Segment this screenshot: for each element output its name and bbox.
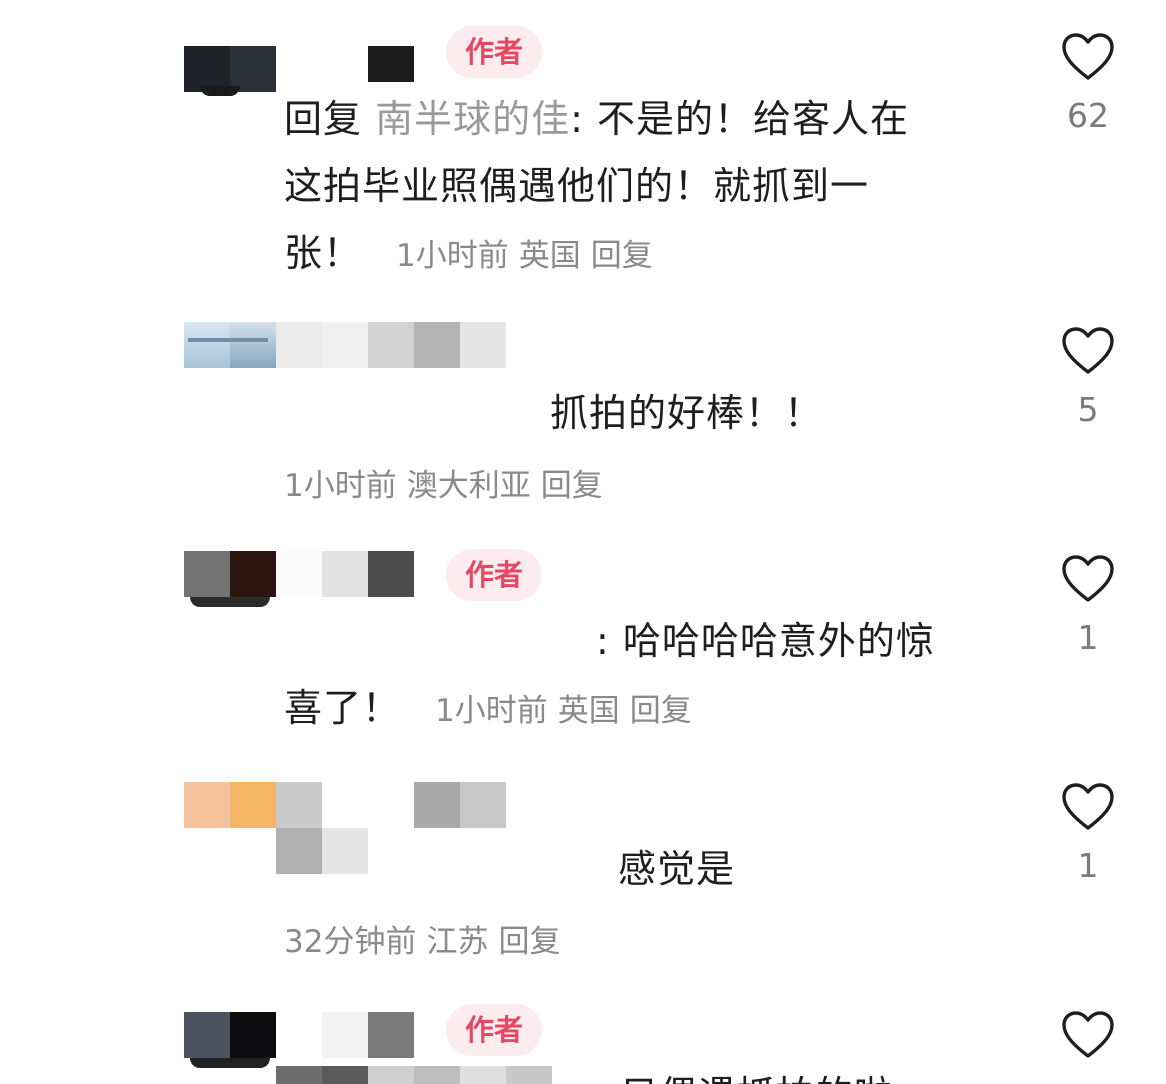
comment-time: 32分钟前 bbox=[284, 924, 417, 960]
reply-button[interactable]: 回复 bbox=[630, 693, 692, 729]
comment-text-line1: : 哈哈哈哈意外的惊 bbox=[596, 619, 935, 663]
reply-prefix: 回复 bbox=[284, 97, 376, 141]
comment-text[interactable]: 只偶遇抓拍的啦 bbox=[620, 1064, 960, 1084]
comment-location: 澳大利亚 bbox=[406, 468, 531, 504]
like-count: 1 bbox=[1077, 618, 1099, 657]
mention-link[interactable]: 南半球的佳 bbox=[375, 97, 570, 141]
heart-outline-icon bbox=[1062, 1011, 1114, 1058]
comment-text[interactable]: 感觉是 bbox=[618, 836, 958, 903]
author-badge: 作者 bbox=[446, 549, 542, 601]
heart-outline-icon bbox=[1062, 327, 1114, 374]
comment-text-line2: 喜了！ bbox=[284, 686, 402, 730]
heart-outline-icon bbox=[1062, 783, 1114, 830]
reply-button[interactable]: 回复 bbox=[541, 468, 603, 504]
comment-text-line1: : 不是的！给客人在 bbox=[570, 97, 909, 141]
reply-button[interactable]: 回复 bbox=[498, 924, 560, 960]
comment-text-content: 只偶遇抓拍的啦 bbox=[620, 1064, 960, 1084]
comment-location: 英国 bbox=[518, 238, 581, 274]
comment-text[interactable]: 抓拍的好棒！！ bbox=[550, 380, 950, 447]
like-button[interactable]: 1 bbox=[1048, 554, 1128, 658]
heart-outline-icon bbox=[1062, 33, 1114, 80]
heart-outline-icon bbox=[1062, 555, 1114, 602]
like-button[interactable]: 1 bbox=[1048, 782, 1128, 886]
like-button[interactable]: 62 bbox=[1048, 32, 1128, 136]
author-badge: 作者 bbox=[446, 1004, 542, 1056]
comment-location: 江苏 bbox=[426, 924, 489, 960]
comment-time: 1小时前 bbox=[435, 693, 548, 729]
comment-text-content: 抓拍的好棒！！ bbox=[550, 391, 824, 435]
author-badge: 作者 bbox=[446, 26, 542, 78]
reply-button[interactable]: 回复 bbox=[591, 238, 653, 274]
comment-location: 英国 bbox=[557, 693, 620, 729]
comment-time: 1小时前 bbox=[284, 468, 397, 504]
comment-time: 1小时前 bbox=[396, 238, 509, 274]
like-count: 1 bbox=[1077, 846, 1099, 885]
comment-text-line3: 张！ bbox=[284, 231, 363, 275]
like-button[interactable] bbox=[1048, 1010, 1128, 1060]
like-count: 62 bbox=[1067, 96, 1109, 135]
like-count: 5 bbox=[1077, 390, 1099, 429]
comment-text[interactable]: : 哈哈哈哈意外的惊 喜了！ 1小时前 英国 回复 bbox=[284, 608, 974, 745]
comment-text[interactable]: 回复 南半球的佳: 不是的！给客人在 这拍毕业照偶遇他们的！就抓到一 张！ 1小时… bbox=[284, 86, 974, 290]
comment-text-content: 感觉是 bbox=[618, 847, 736, 891]
comment-text-line2: 这拍毕业照偶遇他们的！就抓到一 bbox=[284, 164, 870, 208]
like-button[interactable]: 5 bbox=[1048, 326, 1128, 430]
